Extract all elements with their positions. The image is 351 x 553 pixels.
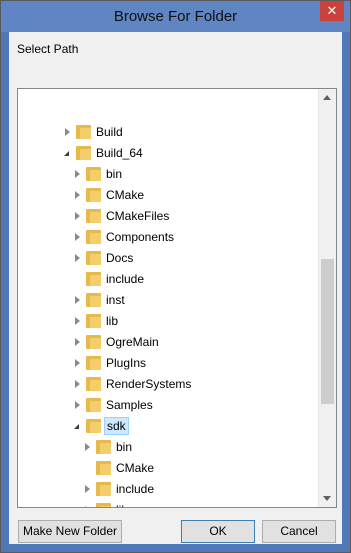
title-bar: Browse For Folder ✕ xyxy=(1,1,350,32)
browse-for-folder-dialog: Browse For Folder ✕ Select Path Build Bui… xyxy=(0,0,351,553)
tree-item-label: bin xyxy=(106,167,123,181)
dialog-title: Browse For Folder xyxy=(113,8,238,25)
scroll-down-icon[interactable] xyxy=(319,490,336,507)
folder-icon xyxy=(86,230,101,244)
expanded-arrow-icon[interactable] xyxy=(72,416,84,436)
tree-item-label: inst xyxy=(106,293,125,307)
collapsed-arrow-icon[interactable] xyxy=(72,290,84,310)
tree-item-lib[interactable]: lib xyxy=(18,500,318,507)
tree-item-label: Build_64 xyxy=(96,146,143,160)
tree-item-label: Docs xyxy=(106,251,134,265)
collapsed-arrow-icon[interactable] xyxy=(72,164,84,184)
cancel-button[interactable]: Cancel xyxy=(262,520,336,543)
collapsed-arrow-icon[interactable] xyxy=(82,500,94,507)
folder-icon xyxy=(86,356,101,370)
tree-item-label: PlugIns xyxy=(106,356,147,370)
tree-item-build[interactable]: Build xyxy=(18,122,318,142)
tree-item-label: CMake xyxy=(106,188,145,202)
tree-item-plugins[interactable]: PlugIns xyxy=(18,353,318,373)
folder-icon xyxy=(86,167,101,181)
expanded-arrow-icon[interactable] xyxy=(62,143,74,163)
close-icon: ✕ xyxy=(326,3,338,18)
tree-item-ogremain[interactable]: OgreMain xyxy=(18,332,318,352)
folder-icon xyxy=(86,314,101,328)
tree-item-cmake[interactable]: CMake xyxy=(18,185,318,205)
vertical-scrollbar[interactable] xyxy=(318,89,336,507)
tree-item-label: lib xyxy=(114,502,130,507)
folder-tree-rows: Build Build_64bin CMake CMakeFiles Component… xyxy=(18,89,318,507)
folder-icon xyxy=(96,461,111,475)
folder-icon xyxy=(86,272,101,286)
collapsed-arrow-icon[interactable] xyxy=(72,311,84,331)
tree-item-lib[interactable]: lib xyxy=(18,311,318,331)
tree-item-label: CMake xyxy=(116,461,155,475)
tree-item-label: sdk xyxy=(104,417,129,435)
tree-item-label: lib xyxy=(106,314,119,328)
tree-item-label: Samples xyxy=(106,398,153,412)
folder-icon xyxy=(86,209,101,223)
folder-icon xyxy=(76,146,91,160)
dialog-client-area: Select Path Build Build_64bin CMake CMakeFi… xyxy=(9,32,342,544)
tree-item-label: RenderSystems xyxy=(106,377,192,391)
collapsed-arrow-icon[interactable] xyxy=(72,227,84,247)
folder-icon xyxy=(96,440,111,454)
tree-item-bin[interactable]: bin xyxy=(18,164,318,184)
scrollbar-thumb[interactable] xyxy=(321,259,334,404)
tree-item-include[interactable]: include xyxy=(18,269,318,289)
folder-icon xyxy=(96,482,111,496)
tree-item-rendersystems[interactable]: RenderSystems xyxy=(18,374,318,394)
folder-icon xyxy=(86,419,101,433)
tree-item-cmake[interactable]: CMake xyxy=(18,458,318,478)
tree-item-build-64[interactable]: Build_64 xyxy=(18,143,318,163)
tree-item-label: Components xyxy=(106,230,175,244)
collapsed-arrow-icon[interactable] xyxy=(72,248,84,268)
folder-icon xyxy=(86,293,101,307)
select-path-label: Select Path xyxy=(17,42,79,56)
collapsed-arrow-icon[interactable] xyxy=(72,185,84,205)
collapsed-arrow-icon[interactable] xyxy=(72,332,84,352)
tree-item-docs[interactable]: Docs xyxy=(18,248,318,268)
collapsed-arrow-icon[interactable] xyxy=(72,374,84,394)
tree-item-label: include xyxy=(106,272,145,286)
tree-item-inst[interactable]: inst xyxy=(18,290,318,310)
ok-button[interactable]: OK xyxy=(181,520,255,543)
tree-item-label: include xyxy=(116,482,155,496)
tree-item-label: CMakeFiles xyxy=(106,209,170,223)
tree-item-sdk[interactable]: sdk xyxy=(18,416,318,436)
folder-icon xyxy=(96,503,111,507)
close-button[interactable]: ✕ xyxy=(320,1,344,21)
tree-item-samples[interactable]: Samples xyxy=(18,395,318,415)
folder-icon xyxy=(86,251,101,265)
collapsed-arrow-icon[interactable] xyxy=(62,122,74,142)
tree-item-label: OgreMain xyxy=(106,335,159,349)
tree-item-label: Build xyxy=(96,125,123,139)
collapsed-arrow-icon[interactable] xyxy=(82,437,94,457)
tree-item-label: bin xyxy=(116,440,133,454)
folder-icon xyxy=(86,335,101,349)
collapsed-arrow-icon[interactable] xyxy=(72,206,84,226)
tree-item-bin[interactable]: bin xyxy=(18,437,318,457)
scroll-up-icon[interactable] xyxy=(319,89,336,106)
folder-icon xyxy=(86,188,101,202)
folder-icon xyxy=(86,398,101,412)
folder-icon xyxy=(86,377,101,391)
collapsed-arrow-icon[interactable] xyxy=(72,395,84,415)
collapsed-arrow-icon[interactable] xyxy=(72,353,84,373)
folder-tree[interactable]: Build Build_64bin CMake CMakeFiles Component… xyxy=(17,88,337,508)
tree-item-cmakefiles[interactable]: CMakeFiles xyxy=(18,206,318,226)
make-new-folder-button[interactable]: Make New Folder xyxy=(18,520,122,543)
tree-item-components[interactable]: Components xyxy=(18,227,318,247)
collapsed-arrow-icon[interactable] xyxy=(82,479,94,499)
tree-item-include[interactable]: include xyxy=(18,479,318,499)
folder-icon xyxy=(76,125,91,139)
